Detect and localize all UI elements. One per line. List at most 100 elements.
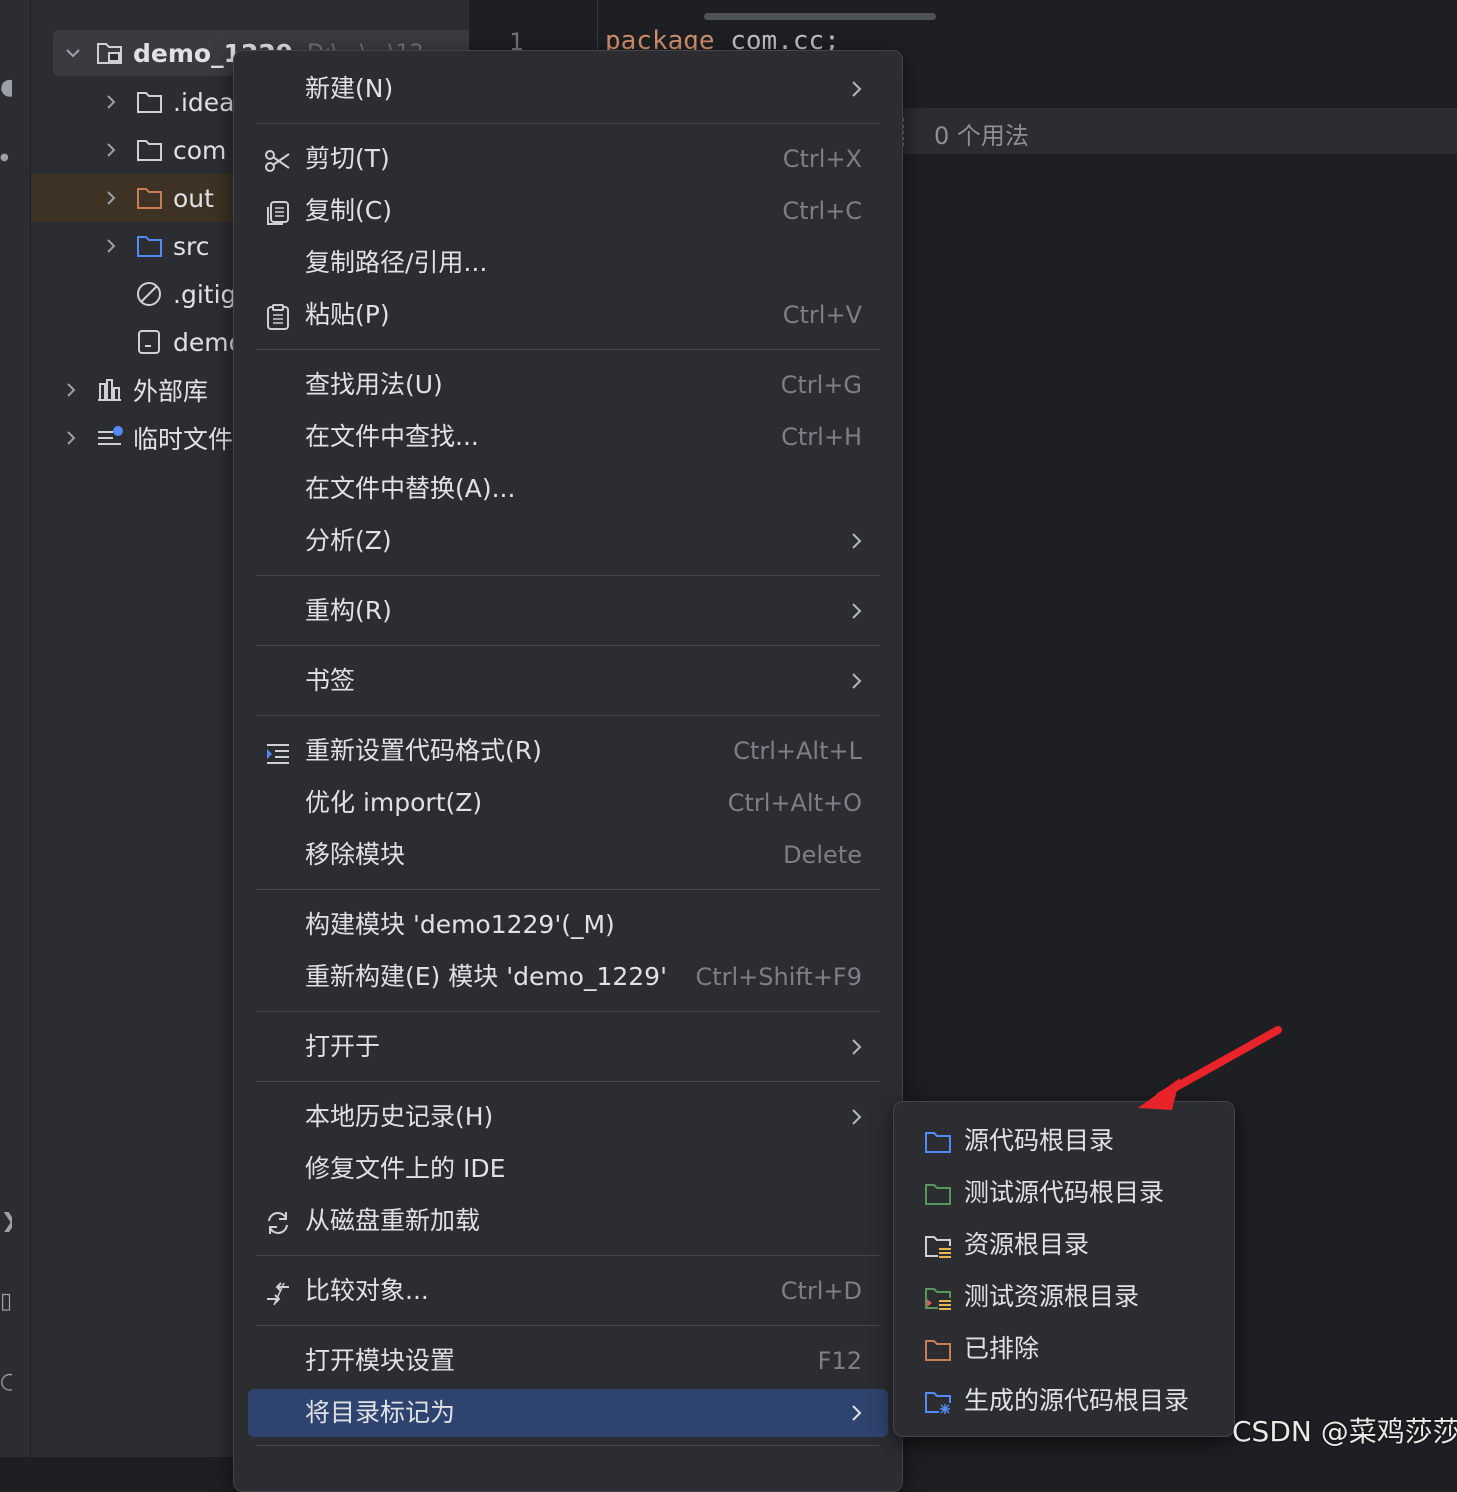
submenu-item-label: 源代码根目录 xyxy=(964,1126,1115,1155)
tool-window-icon[interactable]: ○ xyxy=(0,1372,12,1392)
usage-hint[interactable]: 0 个用法 xyxy=(934,116,1029,151)
menu-item-label: 在文件中替换(A)... xyxy=(305,474,516,503)
menu-item-label: 新建(N) xyxy=(305,74,394,103)
menu-item-local-history[interactable]: 本地历史记录(H) xyxy=(248,1093,888,1141)
menu-item-shortcut: Ctrl+Alt+L xyxy=(733,737,862,765)
menu-item-build-module[interactable]: 构建模块 'demo1229'(_M) xyxy=(248,901,888,949)
chevron-down-icon[interactable] xyxy=(63,43,83,63)
tool-window-icon[interactable]: ▯ xyxy=(0,1292,12,1312)
horizontal-scrollbar[interactable] xyxy=(704,13,936,20)
menu-item-copy[interactable]: 复制(C) Ctrl+C xyxy=(248,187,888,235)
submenu-item-label: 测试源代码根目录 xyxy=(964,1178,1165,1207)
menu-item-shortcut: Delete xyxy=(783,841,862,869)
submenu-item-label: 测试资源根目录 xyxy=(964,1282,1140,1311)
submenu-item-label: 资源根目录 xyxy=(964,1230,1090,1259)
module-folder-icon xyxy=(97,43,122,64)
menu-item-cut[interactable]: 剪切(T) Ctrl+X xyxy=(248,135,888,183)
watermark: CSDN @菜鸡莎莎 xyxy=(1232,1415,1457,1448)
menu-separator xyxy=(256,575,880,576)
test-source-root-folder-icon xyxy=(925,1184,951,1205)
menu-item-reformat-code[interactable]: 重新设置代码格式(R) Ctrl+Alt+L xyxy=(248,727,888,775)
menu-item-label: 粘贴(P) xyxy=(305,300,390,329)
chevron-right-icon[interactable] xyxy=(61,428,81,448)
menu-separator xyxy=(256,123,880,124)
submenu-item-label: 生成的源代码根目录 xyxy=(964,1386,1190,1415)
menu-item-shortcut: Ctrl+G xyxy=(780,371,862,399)
menu-item-bookmarks[interactable]: 书签 xyxy=(248,657,888,705)
menu-item-label: 重新构建(E) 模块 'demo_1229' xyxy=(305,962,667,991)
tree-item-label: 外部库 xyxy=(133,377,209,406)
menu-item-shortcut: Ctrl+V xyxy=(782,301,862,329)
submenu-item-resources-root[interactable]: 资源根目录 xyxy=(904,1221,1224,1269)
menu-item-shortcut: Ctrl+C xyxy=(782,197,862,225)
submenu-item-test-sources-root[interactable]: 测试源代码根目录 xyxy=(904,1169,1224,1217)
menu-separator xyxy=(256,1081,880,1082)
menu-item-label: 剪切(T) xyxy=(305,144,390,173)
menu-item-compare-with[interactable]: 比较对象... Ctrl+D xyxy=(248,1267,888,1315)
menu-item-label: 优化 import(Z) xyxy=(305,788,483,817)
menu-item-copy-path[interactable]: 复制路径/引用... xyxy=(248,239,888,287)
submenu-arrow-icon xyxy=(852,81,862,97)
chevron-right-icon[interactable] xyxy=(101,236,121,256)
menu-item-shortcut: F12 xyxy=(817,1347,862,1375)
tool-window-icon[interactable]: ❯ xyxy=(0,1212,12,1232)
test-resource-root-folder-icon xyxy=(925,1288,952,1311)
menu-separator xyxy=(256,715,880,716)
submenu-arrow-icon xyxy=(852,533,862,549)
menu-item-new[interactable]: 新建(N) xyxy=(248,65,888,113)
menu-item-shortcut: Ctrl+X xyxy=(782,145,862,173)
chevron-right-icon[interactable] xyxy=(101,188,121,208)
menu-separator xyxy=(256,889,880,890)
menu-item-label: 打开模块设置 xyxy=(305,1346,456,1375)
submenu-item-excluded[interactable]: 已排除 xyxy=(904,1325,1224,1373)
tree-item-label: src xyxy=(173,231,210,261)
submenu-item-label: 已排除 xyxy=(964,1334,1040,1363)
menu-item-label: 从磁盘重新加载 xyxy=(305,1206,481,1235)
menu-item-analyze[interactable]: 分析(Z) xyxy=(248,517,888,565)
tree-item-label: .idea xyxy=(173,87,235,117)
scissors-icon xyxy=(265,150,290,172)
menu-separator xyxy=(256,349,880,350)
submenu-item-test-resources-root[interactable]: 测试资源根目录 xyxy=(904,1273,1224,1321)
menu-item-replace-in-files[interactable]: 在文件中替换(A)... xyxy=(248,465,888,513)
annotation-arrow-icon xyxy=(1138,1026,1282,1110)
menu-item-label: 书签 xyxy=(305,666,356,695)
reformat-icon xyxy=(267,744,289,764)
tool-window-icon[interactable]: ● xyxy=(0,78,12,98)
submenu-arrow-icon xyxy=(852,1039,862,1055)
menu-separator xyxy=(256,1325,880,1326)
menu-item-remove-module[interactable]: 移除模块 Delete xyxy=(248,831,888,879)
menu-item-label: 构建模块 'demo1229'(_M) xyxy=(305,910,615,939)
submenu-item-generated-sources-root[interactable]: 生成的源代码根目录 xyxy=(904,1377,1224,1425)
tool-window-dot-icon[interactable]: ● xyxy=(0,148,12,168)
scratches-icon xyxy=(98,426,123,445)
menu-item-find-in-files[interactable]: 在文件中查找... Ctrl+H xyxy=(248,413,888,461)
menu-item-label: 比较对象... xyxy=(305,1276,429,1305)
source-folder-icon xyxy=(137,236,162,257)
menu-item-shortcut: Ctrl+H xyxy=(781,423,862,451)
menu-item-open-module-settings[interactable]: 打开模块设置 F12 xyxy=(248,1337,888,1385)
menu-item-rebuild-module[interactable]: 重新构建(E) 模块 'demo_1229' Ctrl+Shift+F9 xyxy=(248,953,888,1001)
menu-item-refactor[interactable]: 重构(R) xyxy=(248,587,888,635)
menu-item-optimize-imports[interactable]: 优化 import(Z) Ctrl+Alt+O xyxy=(248,779,888,827)
tree-item-label: com xyxy=(173,135,227,165)
menu-item-label: 复制(C) xyxy=(305,196,392,225)
chevron-right-icon[interactable] xyxy=(101,92,121,112)
chevron-right-icon[interactable] xyxy=(61,380,81,400)
menu-item-mark-directory-as[interactable]: 将目录标记为 xyxy=(248,1389,888,1437)
menu-item-reload-from-disk[interactable]: 从磁盘重新加载 xyxy=(248,1197,888,1245)
submenu-item-sources-root[interactable]: 源代码根目录 xyxy=(904,1117,1224,1165)
menu-item-label: 修复文件上的 IDE xyxy=(305,1154,506,1183)
menu-separator xyxy=(256,1445,880,1446)
menu-item-find-usages[interactable]: 查找用法(U) Ctrl+G xyxy=(248,361,888,409)
ignore-file-icon xyxy=(137,282,161,306)
tree-item-label: out xyxy=(173,183,214,213)
chevron-right-icon[interactable] xyxy=(101,140,121,160)
menu-item-label: 重新设置代码格式(R) xyxy=(305,736,542,765)
menu-item-label: 打开于 xyxy=(305,1032,381,1061)
menu-item-paste[interactable]: 粘贴(P) Ctrl+V xyxy=(248,291,888,339)
menu-item-repair-ide[interactable]: 修复文件上的 IDE xyxy=(248,1145,888,1193)
menu-item-open-in[interactable]: 打开于 xyxy=(248,1023,888,1071)
resource-root-folder-icon xyxy=(925,1236,952,1259)
source-root-folder-icon xyxy=(925,1132,951,1153)
